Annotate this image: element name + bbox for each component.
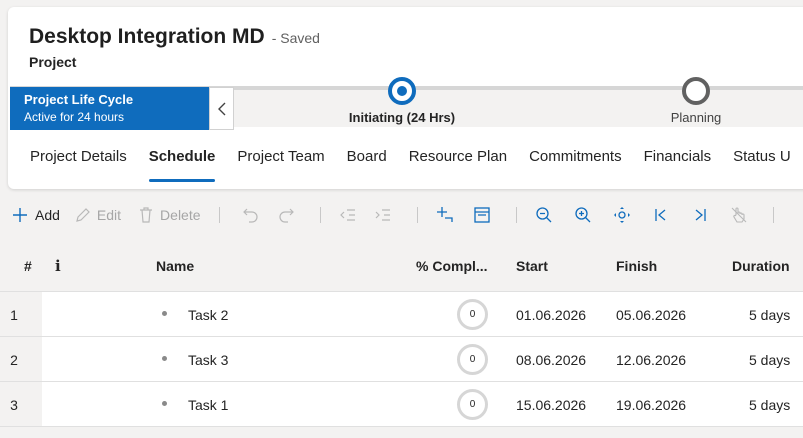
chevron-left-icon <box>217 102 225 115</box>
task-name[interactable]: Task 2 <box>188 307 228 323</box>
duration[interactable]: 5 days <box>749 397 790 413</box>
title-row: Desktop Integration MD - Saved <box>29 25 320 49</box>
percent-complete-ring[interactable]: 0 <box>457 389 488 420</box>
toolbar-divider <box>416 207 418 223</box>
column-header-number[interactable]: # <box>24 258 32 274</box>
zoom-out-icon <box>535 207 551 223</box>
edit-label: Edit <box>96 207 122 223</box>
bpf-active-process[interactable]: Project Life Cycle Active for 24 hours <box>10 87 209 130</box>
task-grid: # i Name % Compl... Start Finish Duratio… <box>0 240 803 427</box>
percent-complete-ring[interactable]: 0 <box>457 299 488 330</box>
record-header-card: Desktop Integration MD - Saved Project P… <box>8 7 803 189</box>
row-number: 3 <box>0 382 42 426</box>
stage-active-circle-icon <box>388 77 416 105</box>
zoom-in-button[interactable] <box>570 198 596 232</box>
tab-project-team[interactable]: Project Team <box>226 135 335 189</box>
hand-pointer-icon <box>731 207 746 223</box>
row-number: 2 <box>0 337 42 381</box>
zoom-out-button[interactable] <box>531 198 557 232</box>
duration[interactable]: 5 days <box>749 352 790 368</box>
schedule-toolbar: Add Edit Delete <box>0 198 803 232</box>
task-name[interactable]: Task 3 <box>188 352 228 368</box>
bpf-process-duration: Active for 24 hours <box>24 110 125 124</box>
panel-icon <box>473 207 490 223</box>
delete-label: Delete <box>160 207 201 223</box>
redo-icon <box>278 208 294 223</box>
finish-date[interactable]: 19.06.2026 <box>616 397 686 413</box>
edit-button[interactable]: Edit <box>74 198 121 232</box>
previous-icon <box>654 209 665 221</box>
outdent-icon <box>339 209 355 221</box>
table-row[interactable]: 2 Task 3 0 08.06.2026 12.06.2026 5 days <box>0 337 803 382</box>
toolbar-divider <box>319 207 321 223</box>
start-date[interactable]: 01.06.2026 <box>516 307 586 323</box>
form-tabs: Project Details Schedule Project Team Bo… <box>8 135 802 189</box>
bullet-icon <box>162 401 167 406</box>
toolbar-divider <box>772 207 774 223</box>
delete-button[interactable]: Delete <box>137 198 201 232</box>
start-date[interactable]: 08.06.2026 <box>516 352 586 368</box>
tab-project-details[interactable]: Project Details <box>8 135 138 189</box>
bpf-stage-planning[interactable]: Planning <box>650 77 742 125</box>
next-icon <box>695 209 706 221</box>
task-name[interactable]: Task 1 <box>188 397 228 413</box>
column-header-name[interactable]: Name <box>156 258 194 274</box>
add-label: Add <box>35 207 60 223</box>
toolbar-divider <box>218 207 220 223</box>
finish-date[interactable]: 12.06.2026 <box>616 352 686 368</box>
fit-to-screen-button[interactable] <box>609 198 635 232</box>
zoom-in-icon <box>574 207 590 223</box>
business-process-flow: Project Life Cycle Active for 24 hours I… <box>10 77 803 130</box>
add-button[interactable]: Add <box>11 198 60 232</box>
row-number: 1 <box>0 292 42 336</box>
percent-complete-ring[interactable]: 0 <box>457 344 488 375</box>
add-link-icon <box>436 207 453 222</box>
plus-icon <box>13 208 27 222</box>
add-subtask-button[interactable] <box>432 198 458 232</box>
column-header-duration[interactable]: Duration <box>732 258 790 274</box>
tab-schedule[interactable]: Schedule <box>138 135 227 189</box>
undo-button[interactable] <box>238 198 264 232</box>
undo-icon <box>242 208 258 223</box>
bpf-process-name: Project Life Cycle <box>24 92 134 107</box>
record-title: Desktop Integration MD <box>29 25 265 48</box>
entity-name: Project <box>29 54 77 70</box>
bullet-icon <box>162 356 167 361</box>
outdent-button[interactable] <box>335 198 361 232</box>
column-chooser-button[interactable] <box>469 198 495 232</box>
info-icon[interactable]: i <box>55 257 61 275</box>
tab-financials[interactable]: Financials <box>633 135 723 189</box>
table-row[interactable]: 1 Task 2 0 01.06.2026 05.06.2026 5 days <box>0 292 803 337</box>
bpf-stage-label: Initiating (24 Hrs) <box>348 110 456 125</box>
redo-button[interactable] <box>273 198 299 232</box>
grid-header: # i Name % Compl... Start Finish Duratio… <box>0 240 803 292</box>
duration[interactable]: 5 days <box>749 307 790 323</box>
tab-commitments[interactable]: Commitments <box>518 135 633 189</box>
scroll-to-start-button[interactable] <box>648 198 674 232</box>
scroll-to-task-button[interactable] <box>726 198 752 232</box>
trash-icon <box>140 207 153 223</box>
column-header-percent-complete[interactable]: % Compl... <box>416 258 488 274</box>
indent-icon <box>375 209 390 221</box>
toolbar-divider <box>515 207 517 223</box>
bullet-icon <box>162 311 167 316</box>
bpf-stage-initiating[interactable]: Initiating (24 Hrs) <box>332 77 472 125</box>
table-row[interactable]: 3 Task 1 0 15.06.2026 19.06.2026 5 days <box>0 382 803 427</box>
finish-date[interactable]: 05.06.2026 <box>616 307 686 323</box>
tab-board[interactable]: Board <box>336 135 398 189</box>
column-header-finish[interactable]: Finish <box>616 258 657 274</box>
pencil-icon <box>76 208 90 222</box>
start-date[interactable]: 15.06.2026 <box>516 397 586 413</box>
save-status: - Saved <box>271 30 320 46</box>
bpf-stage-label: Planning <box>670 110 722 125</box>
scroll-to-end-button[interactable] <box>687 198 713 232</box>
stage-circle-icon <box>682 77 710 105</box>
move-arrows-icon <box>613 207 630 223</box>
indent-button[interactable] <box>370 198 396 232</box>
column-header-start[interactable]: Start <box>516 258 548 274</box>
bpf-collapse-button[interactable] <box>209 87 234 130</box>
tab-status-updates[interactable]: Status U <box>722 135 802 189</box>
tab-resource-plan[interactable]: Resource Plan <box>398 135 518 189</box>
